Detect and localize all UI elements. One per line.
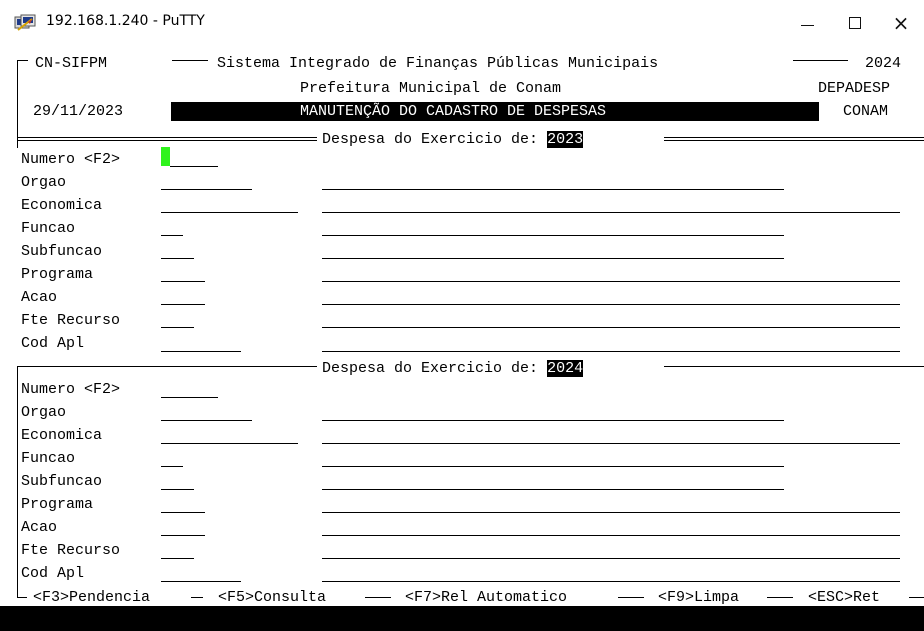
maximize-button[interactable] xyxy=(832,0,878,46)
screen-title: MANUTENÇÃO DO CADASTRO DE DESPESAS xyxy=(300,103,607,120)
orgao-description xyxy=(322,420,784,421)
frame-left-border xyxy=(17,60,18,148)
system-name: Sistema Integrado de Finanças Públicas M… xyxy=(217,55,659,72)
footer-border xyxy=(17,597,27,598)
key-f3-pendencia[interactable]: <F3>Pendencia xyxy=(33,588,150,607)
putty-icon xyxy=(14,14,36,31)
funcao-description xyxy=(322,235,784,236)
header-top-border xyxy=(17,60,28,61)
section1-title-text: Despesa do Exercicio de: xyxy=(322,131,539,148)
funcao-input[interactable] xyxy=(161,235,183,236)
field-label-subfuncao: Subfuncao xyxy=(21,473,103,490)
field-label-fte-recurso: Fte Recurso xyxy=(21,542,121,559)
funcao-input[interactable] xyxy=(161,466,183,467)
system-code: CN-SIFPM xyxy=(35,55,108,72)
maximize-icon xyxy=(849,17,861,29)
program-code: DEPADESP xyxy=(818,80,891,97)
text-cursor xyxy=(161,147,170,166)
orgao-description xyxy=(322,189,784,190)
acao-input[interactable] xyxy=(161,304,205,305)
current-date: 29/11/2023 xyxy=(33,103,124,120)
subfuncao-description xyxy=(322,489,784,490)
section-divider xyxy=(664,137,924,141)
cod-apl-input[interactable] xyxy=(161,581,241,582)
header-year: 2024 xyxy=(865,55,902,72)
header-top-border xyxy=(793,60,848,61)
field-label-acao: Acao xyxy=(21,519,58,536)
field-label-fte-recurso: Fte Recurso xyxy=(21,312,121,329)
fte-recurso-input[interactable] xyxy=(161,327,194,328)
field-label-orgao: Orgao xyxy=(21,174,67,191)
close-button[interactable]: × xyxy=(878,0,924,46)
user-name: CONAM xyxy=(843,103,889,120)
minimize-icon xyxy=(800,24,814,26)
cod-apl-description xyxy=(322,351,900,352)
field-label-funcao: Funcao xyxy=(21,220,76,237)
acao-input[interactable] xyxy=(161,535,205,536)
economica-input[interactable] xyxy=(161,443,298,444)
cod-apl-input[interactable] xyxy=(161,351,241,352)
section-divider xyxy=(17,366,317,367)
terminal-screen[interactable]: CN-SIFPM Sistema Integrado de Finanças P… xyxy=(0,46,924,631)
orgao-input[interactable] xyxy=(161,189,252,190)
fte-recurso-description xyxy=(322,327,900,328)
field-label-programa: Programa xyxy=(21,496,94,513)
field-label-numero: Numero <F2> xyxy=(21,381,121,398)
field-label-economica: Economica xyxy=(21,197,103,214)
programa-input[interactable] xyxy=(161,281,205,282)
key-f5-consulta[interactable]: <F5>Consulta xyxy=(218,588,326,607)
section2-title: Despesa do Exercicio de: 2024 xyxy=(322,359,584,378)
economica-input[interactable] xyxy=(161,212,298,213)
funcao-description xyxy=(322,466,784,467)
close-icon: × xyxy=(892,11,910,35)
minimize-button[interactable] xyxy=(784,0,830,46)
key-esc-ret[interactable]: <ESC>Ret xyxy=(808,588,880,607)
field-label-funcao: Funcao xyxy=(21,450,76,467)
window-title-bar[interactable]: 192.168.1.240 - PuTTY × xyxy=(0,0,924,46)
field-label-economica: Economica xyxy=(21,427,103,444)
fte-recurso-input[interactable] xyxy=(161,558,194,559)
field-label-acao: Acao xyxy=(21,289,58,306)
terminal-bottom-bar xyxy=(0,606,924,631)
acao-description xyxy=(322,304,900,305)
key-f9-limpa[interactable]: <F9>Limpa xyxy=(658,588,739,607)
programa-description xyxy=(322,281,900,282)
programa-input[interactable] xyxy=(161,512,205,513)
footer-border xyxy=(909,597,924,598)
footer-separator xyxy=(191,597,203,598)
subfuncao-input[interactable] xyxy=(161,258,194,259)
section-divider xyxy=(664,366,924,367)
cod-apl-description xyxy=(322,581,900,582)
field-label-numero: Numero <F2> xyxy=(21,151,121,168)
subfuncao-input[interactable] xyxy=(161,489,194,490)
frame-left-border xyxy=(17,366,18,598)
field-label-cod-apl: Cod Apl xyxy=(21,335,85,352)
numero-input[interactable] xyxy=(170,166,218,167)
section1-year: 2023 xyxy=(547,131,584,148)
field-label-cod-apl: Cod Apl xyxy=(21,565,85,582)
window-title: 192.168.1.240 - PuTTY xyxy=(46,13,205,29)
field-label-orgao: Orgao xyxy=(21,404,67,421)
header-top-border xyxy=(172,60,208,61)
footer-separator xyxy=(618,597,644,598)
acao-description xyxy=(322,535,900,536)
field-label-programa: Programa xyxy=(21,266,94,283)
key-f7-rel-automatico[interactable]: <F7>Rel Automatico xyxy=(405,588,567,607)
footer-separator xyxy=(365,597,391,598)
footer-separator xyxy=(767,597,793,598)
section1-title: Despesa do Exercicio de: 2023 xyxy=(322,130,584,149)
economica-description xyxy=(322,212,900,213)
section2-title-text: Despesa do Exercicio de: xyxy=(322,360,539,377)
economica-description xyxy=(322,443,900,444)
numero-input[interactable] xyxy=(161,397,218,398)
fte-recurso-description xyxy=(322,558,900,559)
subfuncao-description xyxy=(322,258,784,259)
programa-description xyxy=(322,512,900,513)
orgao-input[interactable] xyxy=(161,420,252,421)
section2-year: 2024 xyxy=(547,360,584,377)
org-name: Prefeitura Municipal de Conam xyxy=(300,80,562,97)
field-label-subfuncao: Subfuncao xyxy=(21,243,103,260)
section-divider xyxy=(17,137,317,141)
